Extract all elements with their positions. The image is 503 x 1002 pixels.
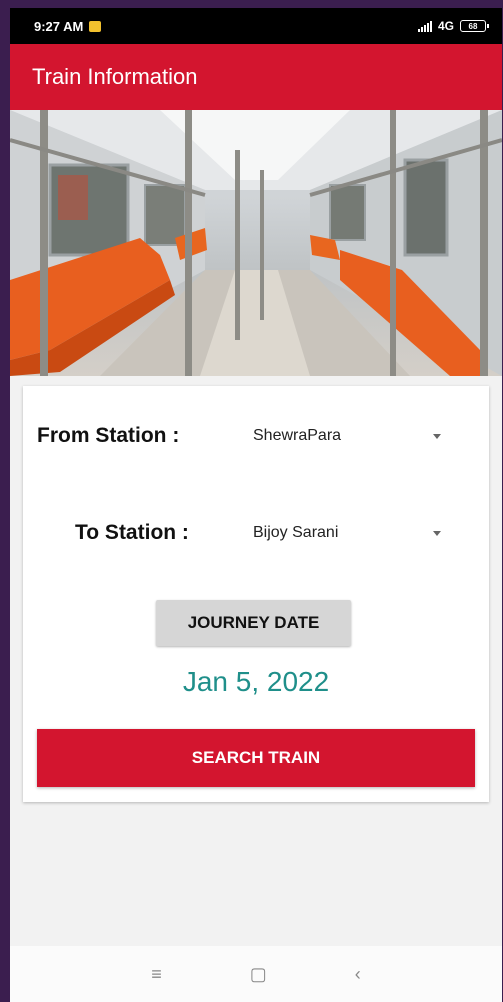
train-interior-image: [10, 110, 502, 376]
journey-form-card: From Station : ShewraPara To Station : B…: [23, 386, 489, 802]
battery-icon: 68: [460, 20, 489, 32]
status-time: 9:27 AM: [34, 18, 84, 34]
from-station-label: From Station :: [37, 424, 180, 447]
notification-icon: [89, 20, 102, 32]
signal-icon: [417, 20, 432, 32]
app-title: Train Information: [32, 64, 198, 89]
phone-screen: 9:27 AM 4G 68 Train Information From Sta…: [10, 8, 502, 1002]
chevron-down-icon[interactable]: [433, 434, 441, 439]
to-station-select[interactable]: Bijoy Sarani: [253, 524, 338, 542]
journey-date-button[interactable]: JOURNEY DATE: [156, 600, 351, 646]
selected-date: Jan 5, 2022: [182, 666, 330, 697]
system-nav-bar: ≡ ▢ ‹: [10, 946, 502, 1002]
status-bar: 9:27 AM 4G 68: [10, 8, 502, 44]
back-icon[interactable]: ‹: [355, 964, 361, 985]
battery-level: 68: [468, 21, 478, 31]
app-bar: Train Information: [10, 44, 502, 110]
to-station-row: To Station : Bijoy Sarani: [23, 513, 489, 553]
to-station-label: To Station :: [75, 521, 189, 544]
chevron-down-icon[interactable]: [433, 531, 441, 536]
network-type: 4G: [437, 19, 454, 33]
home-icon[interactable]: ▢: [250, 964, 267, 985]
search-train-button[interactable]: SEARCH TRAIN: [37, 729, 475, 787]
from-station-select[interactable]: ShewraPara: [253, 427, 341, 445]
train-interior-illustration: [10, 110, 502, 376]
menu-icon[interactable]: ≡: [151, 964, 162, 985]
from-station-row: From Station : ShewraPara: [23, 416, 489, 456]
